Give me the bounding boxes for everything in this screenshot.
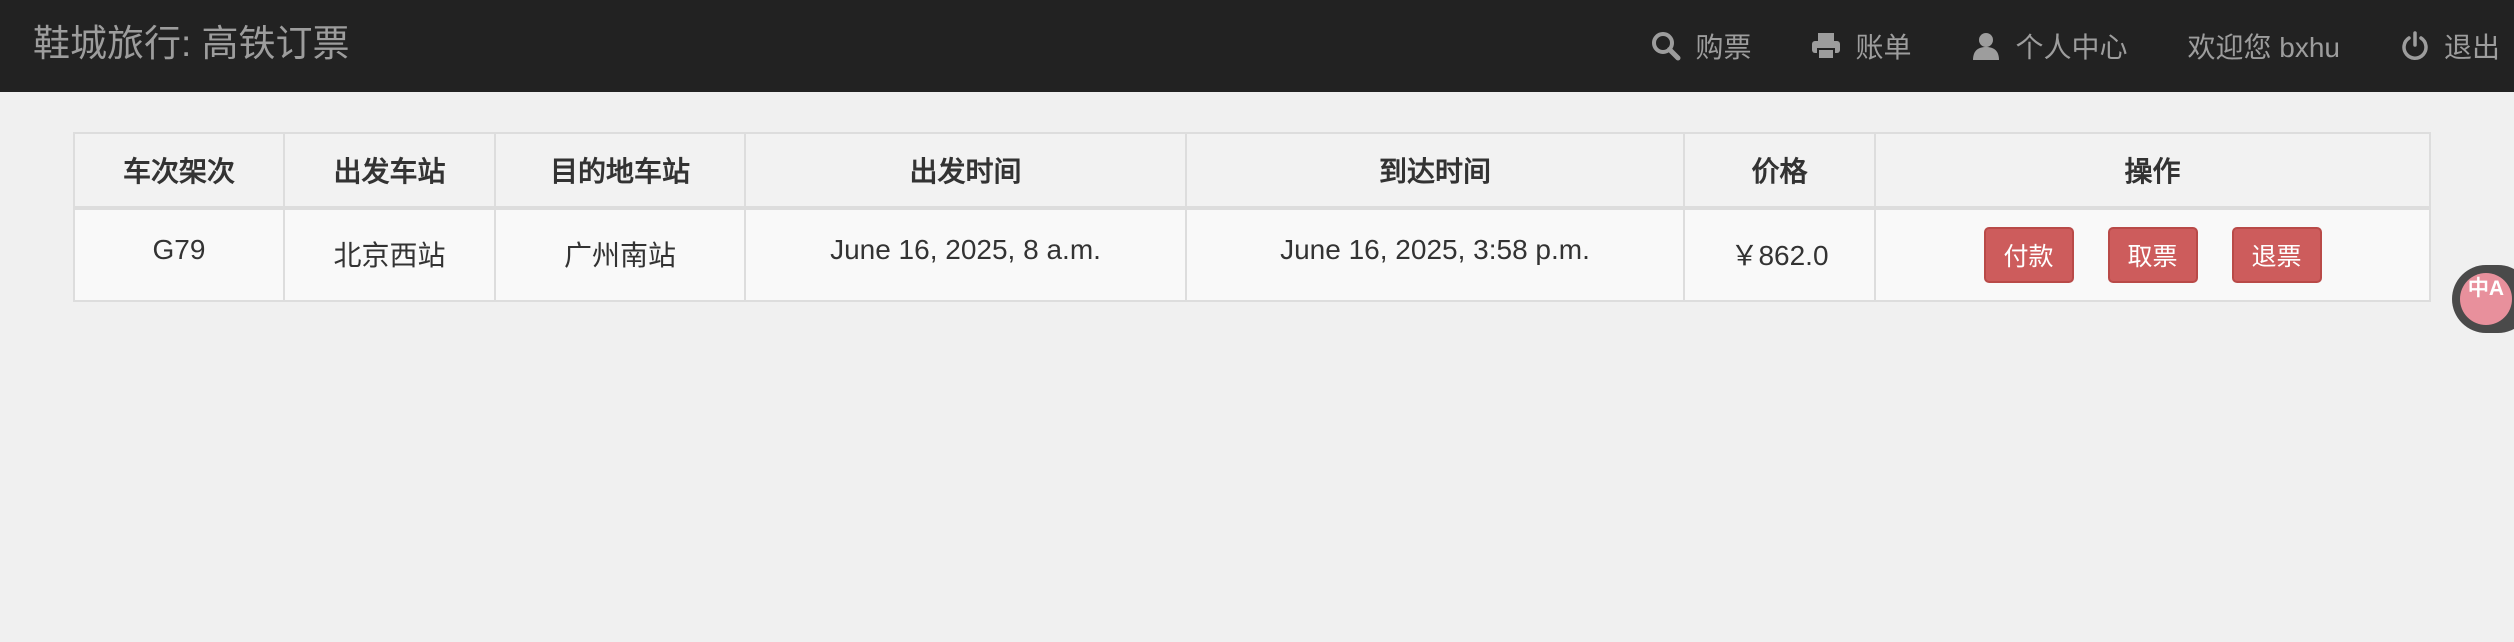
- nav-welcome[interactable]: 欢迎您 bxhu: [2187, 0, 2340, 92]
- table-header: 车次架次 出发车站 目的地车站 出发时间 到达时间 价格 操作: [73, 132, 2431, 210]
- translate-widget[interactable]: 中A: [2452, 265, 2514, 333]
- header-from: 出发车站: [283, 132, 496, 210]
- nav-profile[interactable]: 个人中心: [1969, 0, 2127, 92]
- search-icon: [1649, 29, 1683, 63]
- nav-logout-label: 退出: [2443, 32, 2500, 63]
- cell-to: 广州南站: [494, 207, 746, 302]
- nav-logout[interactable]: 退出: [2398, 0, 2500, 92]
- header-actions: 操作: [1874, 132, 2431, 210]
- nav-buy-label: 购票: [1695, 32, 1752, 63]
- table-body: G79 北京西站 广州南站 June 16, 2025, 8 a.m. June…: [73, 207, 2431, 302]
- cell-actions: 付款 取票 退票: [1874, 207, 2431, 302]
- cell-train: G79: [73, 207, 285, 302]
- cell-arrive: June 16, 2025, 3:58 p.m.: [1185, 207, 1685, 302]
- header-to: 目的地车站: [494, 132, 746, 210]
- printer-icon: [1809, 29, 1843, 63]
- nav-buy-ticket[interactable]: 购票: [1649, 0, 1751, 92]
- cell-price: ￥862.0: [1683, 207, 1876, 302]
- user-icon: [1969, 29, 2003, 63]
- pay-button[interactable]: 付款: [1983, 227, 2074, 283]
- top-navbar: 鞋城旅行: 高铁订票 购票 账单 个人中心 欢迎您 bxhu 退出: [0, 0, 2514, 92]
- translate-icon: 中A: [2460, 273, 2512, 325]
- table-header-row: 车次架次 出发车站 目的地车站 出发时间 到达时间 价格 操作: [73, 132, 2431, 210]
- header-depart: 出发时间: [744, 132, 1187, 210]
- header-arrive: 到达时间: [1185, 132, 1685, 210]
- header-price: 价格: [1683, 132, 1876, 210]
- nav-welcome-label: 欢迎您 bxhu: [2187, 32, 2340, 63]
- nav-bill-label: 账单: [1855, 32, 1912, 63]
- table-row: G79 北京西站 广州南站 June 16, 2025, 8 a.m. June…: [73, 207, 2431, 302]
- brand-title[interactable]: 鞋城旅行: 高铁订票: [33, 0, 350, 92]
- power-icon: [2398, 29, 2432, 63]
- main-content: 车次架次 出发车站 目的地车站 出发时间 到达时间 价格 操作 G79 北京西站…: [73, 132, 2431, 302]
- nav-bill[interactable]: 账单: [1809, 0, 1911, 92]
- cell-from: 北京西站: [283, 207, 496, 302]
- nav-menu: 购票 账单 个人中心 欢迎您 bxhu 退出: [1591, 0, 2514, 92]
- cancel-ticket-button[interactable]: 取票: [2107, 227, 2198, 283]
- cell-depart: June 16, 2025, 8 a.m.: [744, 207, 1187, 302]
- nav-profile-label: 个人中心: [2015, 32, 2128, 63]
- refund-button[interactable]: 退票: [2231, 227, 2322, 283]
- orders-table: 车次架次 出发车站 目的地车站 出发时间 到达时间 价格 操作 G79 北京西站…: [73, 132, 2431, 302]
- header-train: 车次架次: [73, 132, 285, 210]
